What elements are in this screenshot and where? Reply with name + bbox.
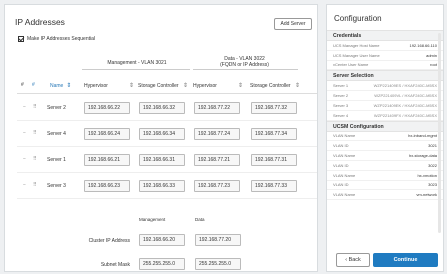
table-row: − ⠿ Server 3 [17,175,317,199]
cluster-ip-label: Cluster IP Address [88,238,130,244]
summary-item: VLAN Name hx-inband-mgmt [327,132,443,142]
bottom-management-header: Management [139,217,166,222]
sort-icon[interactable]: ⇕ [129,82,134,89]
back-button-label: Back [348,257,361,263]
summary-item: VLAN Name vm-network [327,190,443,201]
column-header-name[interactable]: Name ⇕ [50,82,71,90]
hypervisor-data-input[interactable] [194,102,240,114]
column-header-name-label: Name [50,82,64,89]
storage-data-input[interactable] [251,180,297,192]
header-divider [17,93,317,94]
hypervisor-data-input[interactable] [194,128,240,140]
table-row: − ⠿ Server 2 [17,97,317,121]
drag-handle-icon[interactable]: ⠿ [33,104,37,110]
remove-icon[interactable]: − [23,104,26,110]
cluster-ip-data-input[interactable] [195,234,241,246]
subnet-mask-data-input[interactable] [195,258,241,270]
server-name: Server 1 [47,157,66,163]
sort-icon[interactable]: ⇕ [295,82,300,89]
bottom-data-header: Data [195,217,205,222]
summary-item: VLAN Name hx-vmotion [327,171,443,181]
server-name: Server 2 [47,105,66,111]
summary-item: VLAN ID 3021 [327,141,443,152]
chevron-left-icon: ‹ [345,257,348,263]
sort-icon[interactable]: ⇕ [66,82,71,89]
summary-item: Server 1 WZP221409ES / HXAF240C-M5SX [327,81,443,92]
column-header-label: Storage Controller [250,82,291,89]
column-header-hash: # [21,82,24,88]
management-group-label: Management - VLAN 3021 [107,60,167,66]
table-row: − ⠿ Server 4 [17,123,317,147]
drag-handle-icon[interactable]: ⠿ [33,182,37,188]
hypervisor-mgmt-input[interactable] [84,154,130,166]
column-header-label: Hypervisor [193,82,217,89]
summary-scrollbar[interactable] [438,33,441,233]
section-server-selection: Server Selection [327,70,443,82]
drag-handle-icon[interactable]: ⠿ [33,130,37,136]
section-ucsm-configuration: UCSM Configuration [327,120,443,132]
hypervisor-data-input[interactable] [194,154,240,166]
summary-item: UCS Manager User Name admin [327,51,443,61]
management-group-divider [82,69,190,70]
remove-icon[interactable]: − [23,130,26,136]
server-name: Server 4 [47,131,66,137]
summary-item: Server 4 WZP221409FX / HXAF240C-M5SX [327,111,443,121]
column-header-storage-mgmt[interactable]: Storage Controller ⇕ [138,82,188,90]
storage-data-input[interactable] [251,154,297,166]
summary-item: VLAN ID 3023 [327,181,443,191]
sequential-checkbox[interactable] [18,36,24,42]
summary-item: VLAN ID 3022 [327,161,443,171]
remove-icon[interactable]: − [23,182,26,188]
configuration-panel: Configuration Credentials UCS Manager Ho… [326,4,444,272]
column-header-hypervisor-data[interactable]: Hypervisor ⇕ [193,82,243,90]
sort-icon[interactable]: ⇕ [183,82,188,89]
column-header-label: Hypervisor [84,82,108,89]
summary-item: vCenter User Name root [327,61,443,71]
panel-title: IP Addresses [15,17,65,27]
management-group-header: Management - VLAN 3021 [83,60,191,66]
configuration-summary: Credentials UCS Manager Host Name 192.168… [327,30,443,246]
drag-handle-icon[interactable]: ⠿ [33,156,37,162]
hypervisor-mgmt-input[interactable] [84,180,130,192]
summary-item: UCS Manager Host Name 192.168.66.110 [327,41,443,51]
subnet-mask-mgmt-input[interactable] [139,258,185,270]
data-group-header: Data - VLAN 3022 (FQDN or IP Address) [192,56,297,68]
storage-data-input[interactable] [251,128,297,140]
section-credentials: Credentials [327,30,443,41]
summary-item: VLAN Name hx-storage-data [327,151,443,161]
column-header-hypervisor-mgmt[interactable]: Hypervisor ⇕ [84,82,134,90]
table-row: − ⠿ Server 1 [17,149,317,173]
storage-mgmt-input[interactable] [139,102,185,114]
add-server-button[interactable]: Add Server [274,18,312,30]
hypervisor-mgmt-input[interactable] [84,102,130,114]
summary-item: Server 2 WZP221409VL / HXAF240C-M5SX [327,91,443,101]
configuration-title: Configuration [334,14,382,23]
storage-mgmt-input[interactable] [139,180,185,192]
subnet-mask-label: Subnet Mask [100,262,130,268]
remove-icon[interactable]: − [23,156,26,162]
column-header-label: Storage Controller [138,82,179,89]
column-header-storage-data[interactable]: Storage Controller ⇕ [250,82,300,90]
server-name: Server 3 [47,183,66,189]
column-header-hash-sort[interactable]: # [32,82,35,88]
hypervisor-data-input[interactable] [194,180,240,192]
sequential-option[interactable]: Make IP Addresses Sequential [18,36,95,42]
data-group-divider [193,69,298,70]
ip-addresses-panel: IP Addresses Add Server Make IP Addresse… [4,4,318,272]
back-button[interactable]: ‹ Back [336,253,370,267]
continue-button[interactable]: Continue [373,253,438,267]
hypervisor-mgmt-input[interactable] [84,128,130,140]
cluster-ip-mgmt-input[interactable] [139,234,185,246]
storage-data-input[interactable] [251,102,297,114]
summary-item: Server 3 WZP221409EK / HXAF240C-M5SX [327,101,443,111]
sequential-label: Make IP Addresses Sequential [27,36,96,42]
sort-icon[interactable]: ⇕ [238,82,243,89]
storage-mgmt-input[interactable] [139,128,185,140]
data-group-sublabel: (FQDN or IP Address) [220,62,269,68]
storage-mgmt-input[interactable] [139,154,185,166]
